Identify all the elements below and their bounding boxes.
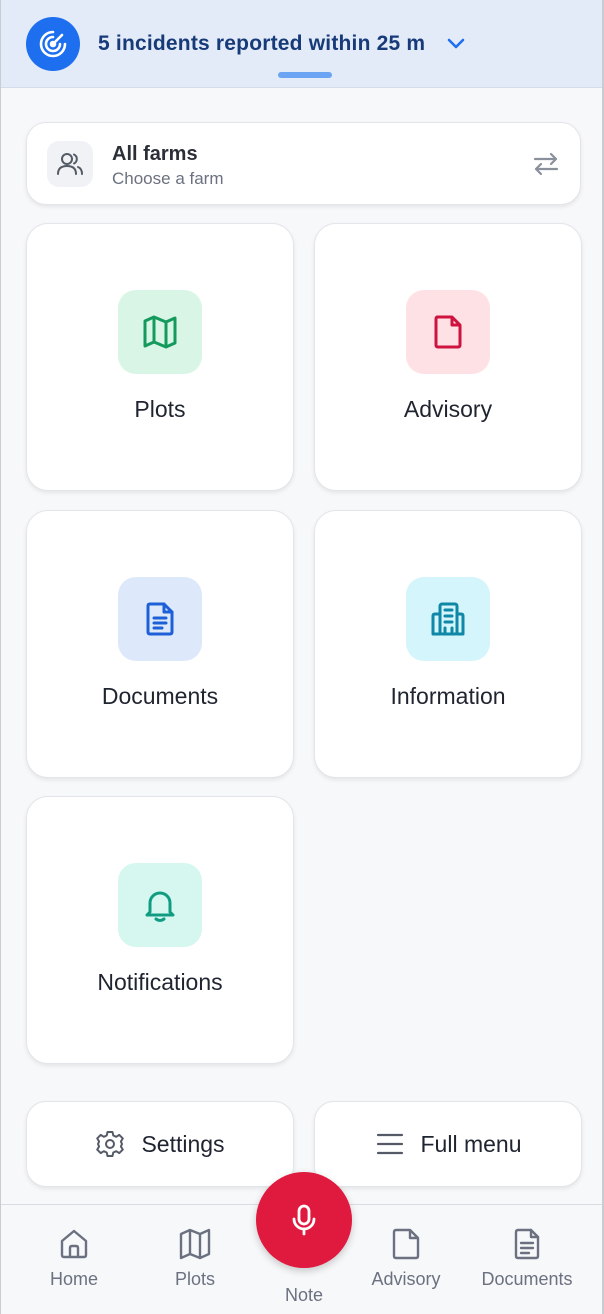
nav-plots[interactable]: Plots [140,1227,250,1290]
map-icon [179,1228,211,1260]
swap-arrows-icon[interactable] [532,150,560,178]
tile-label: Plots [134,396,186,422]
file-icon [392,1228,420,1260]
farm-title: All farms [112,143,198,165]
nav-advisory[interactable]: Advisory [351,1227,461,1290]
tile-documents[interactable]: Documents [26,510,294,778]
nav-note-label: Note [284,1285,324,1305]
document-icon [118,577,202,661]
app-frame: 5 incidents reported within 25 m All far… [0,0,604,1314]
settings-label: Settings [141,1130,225,1157]
menu-icon [376,1133,403,1155]
nav-home-label: Home [49,1269,98,1289]
tile-label: Notifications [97,969,223,995]
nav-home[interactable]: Home [19,1227,129,1290]
farm-selector[interactable]: All farms Choose a farm [26,122,581,205]
tile-advisory[interactable]: Advisory [314,223,582,491]
bell-icon [118,863,202,947]
nav-advisory-label: Advisory [371,1269,441,1289]
microphone-icon [292,1204,316,1236]
chevron-down-icon[interactable] [445,33,467,55]
building-icon [406,577,490,661]
map-icon [118,290,202,374]
home-icon [60,1229,88,1259]
full-menu-button[interactable]: Full menu [314,1101,582,1187]
drag-handle[interactable] [278,72,332,78]
tile-notifications[interactable]: Notifications [26,796,294,1064]
note-mic-button[interactable] [256,1172,352,1268]
farm-subtitle: Choose a farm [112,169,224,188]
tile-label: Advisory [403,396,493,422]
settings-button[interactable]: Settings [26,1101,294,1187]
incident-banner[interactable]: 5 incidents reported within 25 m [1,0,602,88]
incident-count-text: 5 incidents reported within 25 m [98,32,426,55]
document-icon [514,1228,540,1260]
full-menu-label: Full menu [420,1130,522,1157]
radar-icon [26,17,80,71]
tile-information[interactable]: Information [314,510,582,778]
tile-label: Information [390,683,506,709]
nav-plots-label: Plots [174,1269,216,1289]
gear-icon [96,1131,125,1157]
tile-plots[interactable]: Plots [26,223,294,491]
file-icon [406,290,490,374]
nav-documents-label: Documents [481,1269,573,1289]
tile-label: Documents [101,683,219,709]
users-icon [47,141,93,187]
nav-documents[interactable]: Documents [472,1227,582,1290]
